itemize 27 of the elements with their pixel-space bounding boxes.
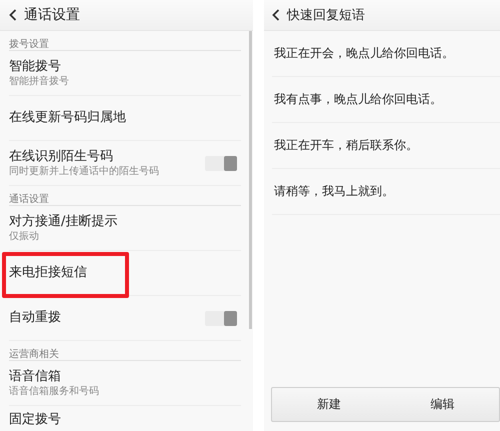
back-icon[interactable] (9, 9, 17, 21)
setting-title[interactable]: 智能拨号 (9, 58, 241, 74)
toggle-switch[interactable] (205, 310, 237, 326)
setting-title[interactable]: 对方接通/挂断提示 (9, 214, 241, 230)
toggle-switch[interactable] (205, 156, 237, 170)
setting-title[interactable]: 在线更新号码归属地 (9, 110, 241, 126)
reply-item[interactable]: 我正在开会，晚点儿给你回电话。 (274, 45, 454, 62)
setting-title[interactable]: 来电拒接短信 (9, 265, 241, 281)
setting-title[interactable]: 固定拨号 (9, 412, 241, 428)
setting-subtitle: 同时更新并上传通话中的陌生号码 (9, 166, 160, 178)
section-label: 拨号设置 (9, 35, 241, 51)
bar-button[interactable]: 新建 (272, 388, 386, 421)
screen-title: 快速回复短语 (287, 7, 365, 24)
section-label: 通话设置 (9, 190, 241, 206)
setting-title[interactable]: 自动重拨 (9, 310, 205, 326)
back-icon[interactable] (272, 9, 280, 21)
setting-subtitle: 语音信箱服务和号码 (9, 386, 100, 398)
screen-title: 通话设置 (24, 6, 80, 24)
bar-button[interactable]: 编辑 (386, 388, 499, 421)
setting-subtitle: 智能拼音拨号 (9, 76, 70, 88)
reply-item[interactable]: 请稍等，我马上就到。 (274, 183, 394, 200)
reply-item[interactable]: 我正在开车，稍后联系你。 (274, 137, 418, 154)
reply-item[interactable]: 我有点事，晚点儿给你回电话。 (274, 91, 442, 108)
setting-title[interactable]: 语音信箱 (9, 368, 241, 384)
setting-title[interactable]: 在线识别陌生号码 (9, 148, 205, 164)
section-label: 运营商相关 (9, 345, 241, 361)
setting-subtitle: 仅振动 (9, 230, 40, 242)
